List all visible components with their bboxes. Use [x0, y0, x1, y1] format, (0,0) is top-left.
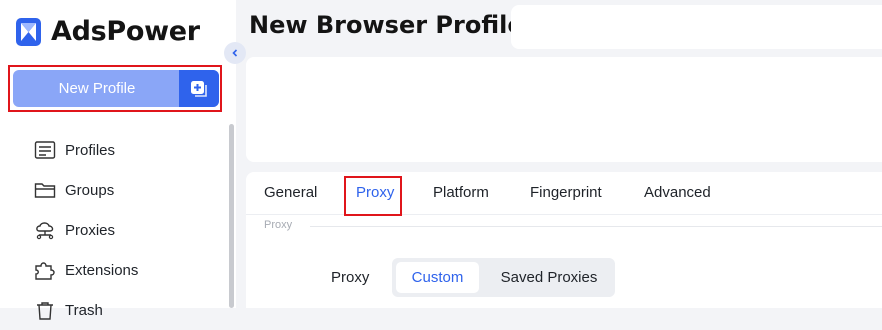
- tab-fingerprint[interactable]: Fingerprint: [530, 184, 602, 201]
- sidebar-item-trash[interactable]: Trash: [34, 290, 138, 330]
- sidebar-item-groups[interactable]: Groups: [34, 170, 138, 210]
- add-square-icon: [191, 80, 207, 97]
- collapse-sidebar-button[interactable]: [224, 42, 246, 64]
- sidebar-item-label: Groups: [65, 181, 115, 199]
- sidebar-nav: Profiles Groups Proxies Extensions Trash: [34, 130, 138, 330]
- sidebar-item-label: Trash: [65, 301, 103, 319]
- chevron-left-icon: [232, 49, 238, 57]
- tabs-bar: General Proxy Platform Fingerprint Advan…: [246, 172, 882, 216]
- sidebar-item-label: Proxies: [65, 221, 116, 239]
- profile-settings-panel: General Proxy Platform Fingerprint Advan…: [246, 172, 882, 308]
- proxies-icon: [34, 220, 56, 240]
- header-input-area[interactable]: [511, 5, 882, 49]
- sidebar-scrollbar[interactable]: [229, 124, 234, 308]
- adspower-logo-icon: [16, 17, 41, 46]
- sidebar-item-extensions[interactable]: Extensions: [34, 250, 138, 290]
- sidebar-item-profiles[interactable]: Profiles: [34, 130, 138, 170]
- sidebar-item-proxies[interactable]: Proxies: [34, 210, 138, 250]
- segment-custom[interactable]: Custom: [396, 262, 479, 293]
- segment-saved-proxies[interactable]: Saved Proxies: [487, 262, 611, 293]
- tab-general[interactable]: General: [264, 184, 317, 201]
- brand-logo: AdsPower: [16, 16, 200, 47]
- new-profile-button[interactable]: New Profile: [13, 70, 219, 107]
- brand-name: AdsPower: [51, 16, 200, 47]
- proxy-type-segmented-control: Custom Saved Proxies: [392, 258, 615, 297]
- profiles-icon: [34, 140, 56, 160]
- proxy-field-label: Proxy: [331, 269, 370, 286]
- trash-icon: [34, 300, 56, 320]
- sidebar: AdsPower New Profile Profiles Groups Pro…: [0, 0, 236, 320]
- tab-platform[interactable]: Platform: [433, 184, 489, 201]
- sidebar-item-label: Extensions: [65, 261, 139, 279]
- folder-icon: [34, 180, 56, 200]
- section-label: Proxy: [264, 219, 293, 231]
- sidebar-item-label: Profiles: [65, 141, 116, 159]
- section-divider: [310, 226, 882, 227]
- tab-advanced[interactable]: Advanced: [644, 184, 711, 201]
- proxy-tab-highlight: [344, 176, 402, 216]
- page-title: New Browser Profile: [249, 11, 524, 39]
- puzzle-icon: [34, 260, 56, 280]
- profile-top-panel: [246, 57, 882, 162]
- new-profile-add-button[interactable]: [179, 70, 219, 107]
